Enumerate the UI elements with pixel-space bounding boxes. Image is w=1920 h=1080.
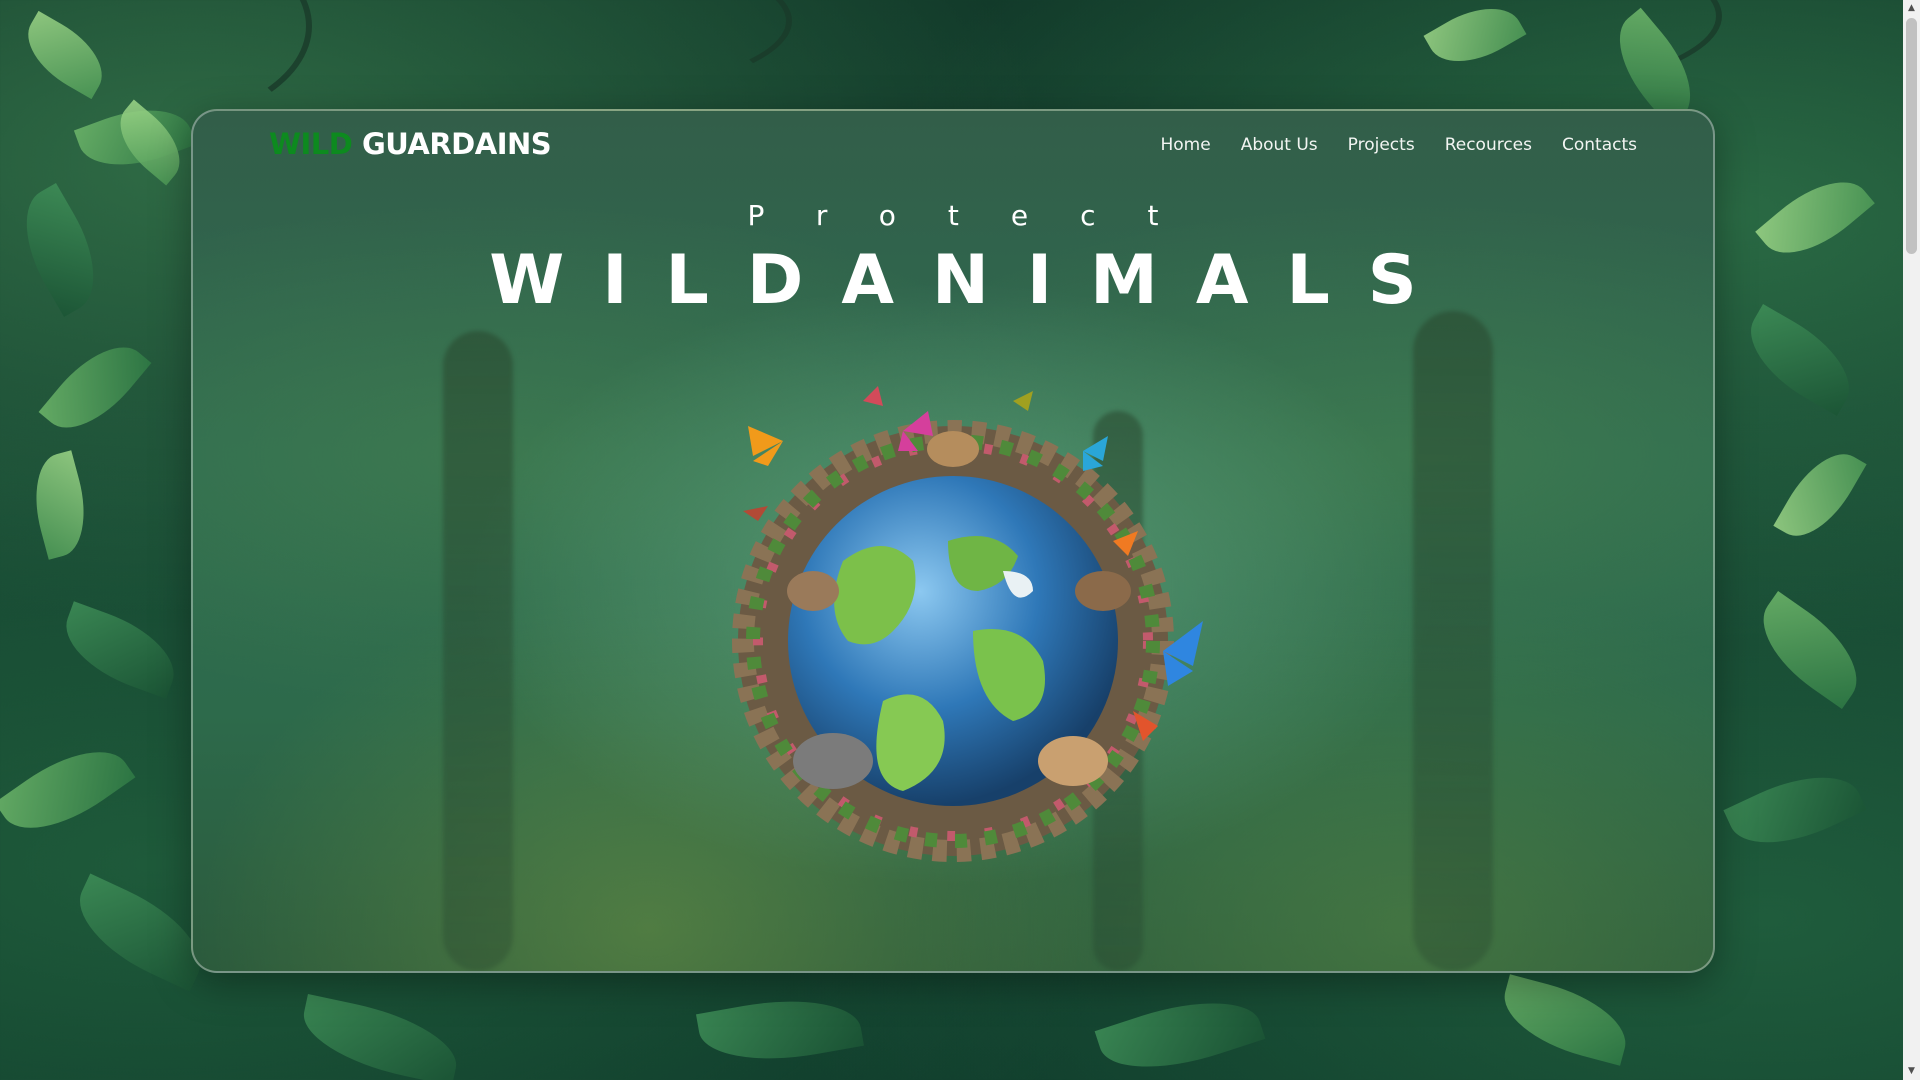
leaf-decoration — [53, 601, 187, 699]
nav-home[interactable]: Home — [1160, 135, 1210, 155]
nav-projects[interactable]: Projects — [1348, 135, 1415, 155]
leaf-decoration — [4, 183, 116, 317]
leaf-decoration — [1494, 974, 1636, 1066]
leaf-decoration — [1755, 161, 1875, 274]
leaf-decoration — [1723, 755, 1867, 865]
nav-about-us[interactable]: About Us — [1241, 135, 1318, 155]
logo-wild: WILD — [269, 127, 353, 161]
tree-trunk-decoration — [1413, 311, 1493, 971]
leaf-decoration — [295, 994, 465, 1080]
leaf-decoration — [1094, 981, 1266, 1080]
site-logo[interactable]: WILD GUARDAINS — [269, 127, 552, 161]
tree-trunk-decoration — [443, 331, 513, 971]
hero-headline: WILDANIMALS — [489, 241, 1455, 320]
leaf-decoration — [1773, 439, 1867, 551]
main-nav: Home About Us Projects Recources Contact… — [1160, 135, 1637, 155]
nav-contacts[interactable]: Contacts — [1562, 135, 1637, 155]
nav-resources[interactable]: Recources — [1445, 135, 1532, 155]
leaf-decoration — [0, 728, 136, 852]
logo-guardians: GUARDAINS — [361, 127, 552, 161]
leaf-decoration — [1743, 591, 1877, 709]
down-arrow-icon[interactable]: ▼ — [1903, 1063, 1920, 1080]
hero-card: WILD GUARDAINS Home About Us Projects Re… — [191, 109, 1715, 973]
vine-decoration — [260, 0, 792, 102]
up-arrow-icon[interactable]: ▲ — [1903, 0, 1920, 17]
leaf-decoration — [1733, 304, 1867, 416]
page-scrollbar[interactable]: ▲ ▼ — [1903, 0, 1920, 1080]
leaf-decoration — [22, 450, 98, 560]
hero-kicker: Protect — [747, 199, 1211, 232]
leaf-decoration — [38, 327, 152, 448]
leaf-decoration — [696, 986, 864, 1074]
earth-globe-image — [732, 386, 1203, 862]
scrollbar-thumb[interactable] — [1906, 18, 1917, 254]
